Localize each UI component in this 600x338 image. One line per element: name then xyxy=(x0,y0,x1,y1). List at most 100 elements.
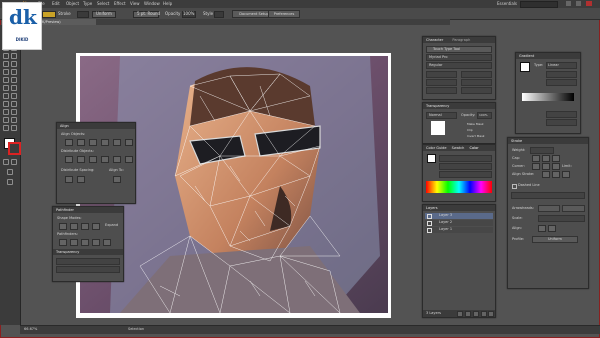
distribute-top-icon[interactable] xyxy=(65,156,73,163)
horizontal-scale-field[interactable] xyxy=(426,87,457,94)
visibility-eye-icon[interactable] xyxy=(427,214,432,219)
align-stroke-outside-icon[interactable] xyxy=(562,171,570,178)
paintbrush-tool-icon[interactable] xyxy=(3,61,9,67)
bevel-join-icon[interactable] xyxy=(552,163,560,170)
menu-select[interactable]: Select xyxy=(97,1,109,6)
menu-help[interactable]: Help xyxy=(163,1,172,6)
vertical-scale-field[interactable] xyxy=(461,87,492,94)
arrowhead-end-dropdown[interactable] xyxy=(562,205,585,212)
vertical-spacing-icon[interactable] xyxy=(65,176,73,183)
color-slider-m[interactable] xyxy=(439,163,492,170)
layer-row[interactable]: Layer 1 xyxy=(425,227,493,233)
maximize-button[interactable] xyxy=(576,1,581,6)
mesh-tool-icon[interactable] xyxy=(3,93,9,99)
pathfinder-panel-title[interactable]: Pathfinder xyxy=(53,207,123,213)
layer-row[interactable]: Layer 3 xyxy=(425,213,493,219)
character-tab[interactable]: Character xyxy=(426,38,443,42)
stroke-weight-field[interactable] xyxy=(530,147,554,154)
color-guide-tab[interactable]: Color Guide xyxy=(426,146,447,150)
gradient-tool-icon[interactable] xyxy=(11,93,17,99)
stroke-color-icon[interactable] xyxy=(8,142,21,155)
rectangle-tool-icon[interactable] xyxy=(11,53,17,59)
color-slider-y[interactable] xyxy=(439,171,492,178)
align-left-icon[interactable] xyxy=(65,139,73,146)
miter-join-icon[interactable] xyxy=(532,163,540,170)
swatches-tab[interactable]: Swatch xyxy=(452,146,465,150)
zoom-level[interactable]: 66.67% xyxy=(24,327,37,331)
merge-icon[interactable] xyxy=(81,239,89,246)
style-swatch[interactable] xyxy=(214,11,224,18)
trash-icon[interactable] xyxy=(488,311,494,317)
column-graph-tool-icon[interactable] xyxy=(11,109,17,115)
artboard-tool-icon[interactable] xyxy=(3,117,9,123)
gradient-opacity-field[interactable] xyxy=(546,111,577,118)
round-join-icon[interactable] xyxy=(542,163,550,170)
exclude-icon[interactable] xyxy=(92,223,100,230)
gradient-panel-title[interactable]: Gradient xyxy=(516,53,580,59)
fill-swatch[interactable] xyxy=(42,11,56,18)
divide-icon[interactable] xyxy=(59,239,67,246)
eyedropper-tool-icon[interactable] xyxy=(3,101,9,107)
gradient-mode-icon[interactable] xyxy=(11,159,17,165)
line-tool-icon[interactable] xyxy=(3,53,9,59)
gradient-aspect-field[interactable] xyxy=(546,79,577,86)
transform-x-field[interactable] xyxy=(56,258,120,265)
pencil-tool-icon[interactable] xyxy=(11,61,17,67)
menu-edit[interactable]: Edit xyxy=(52,1,60,6)
kerning-field[interactable] xyxy=(426,79,457,86)
preferences-button[interactable]: Preferences xyxy=(268,10,300,18)
new-sublayer-icon[interactable] xyxy=(473,311,479,317)
draw-mode-icon[interactable] xyxy=(7,169,13,175)
invert-mask-checkbox[interactable]: Invert Mask xyxy=(467,134,485,138)
intersect-icon[interactable] xyxy=(81,223,89,230)
gradient-slider[interactable] xyxy=(522,93,574,101)
tracking-field[interactable] xyxy=(461,79,492,86)
clip-checkbox[interactable]: Clip xyxy=(467,128,473,132)
locate-object-icon[interactable] xyxy=(457,311,463,317)
scale-tool-icon[interactable] xyxy=(11,69,17,75)
menu-window[interactable]: Window xyxy=(144,1,160,6)
align-panel-title[interactable]: Align xyxy=(57,123,135,129)
free-transform-tool-icon[interactable] xyxy=(11,77,17,83)
color-slider-c[interactable] xyxy=(439,155,492,162)
stroke-weight-field[interactable] xyxy=(77,11,89,18)
color-spectrum[interactable] xyxy=(426,181,492,193)
rotate-tool-icon[interactable] xyxy=(3,69,9,75)
leading-field[interactable] xyxy=(461,71,492,78)
butt-cap-icon[interactable] xyxy=(532,155,540,162)
align-stroke-inside-icon[interactable] xyxy=(552,171,560,178)
close-button[interactable] xyxy=(586,1,592,6)
workspace-switcher[interactable]: Essentials xyxy=(497,1,517,6)
align-center-icon[interactable] xyxy=(77,139,85,146)
align-stroke-center-icon[interactable] xyxy=(542,171,550,178)
paragraph-tab[interactable]: Paragraph xyxy=(452,38,470,42)
color-fill-icon[interactable] xyxy=(427,154,436,163)
transparency-panel-title[interactable]: Transparency xyxy=(423,103,495,109)
distribute-left-icon[interactable] xyxy=(101,156,109,163)
distribute-bottom-icon[interactable] xyxy=(89,156,97,163)
align-right-icon[interactable] xyxy=(89,139,97,146)
square-cap-icon[interactable] xyxy=(552,155,560,162)
round-cap-icon[interactable] xyxy=(542,155,550,162)
perspective-grid-tool-icon[interactable] xyxy=(11,85,17,91)
layer-row[interactable]: Layer 2 xyxy=(425,220,493,226)
arrowhead-scale-fields[interactable] xyxy=(538,215,585,222)
layers-panel-title[interactable]: Layers xyxy=(423,205,495,211)
zoom-tool-icon[interactable] xyxy=(11,125,17,131)
gradient-location-field[interactable] xyxy=(546,119,577,126)
current-tool-status[interactable]: Selection xyxy=(128,327,144,331)
clipping-mask-icon[interactable] xyxy=(465,311,471,317)
screen-mode-icon[interactable] xyxy=(7,179,13,185)
crop-icon[interactable] xyxy=(92,239,100,246)
minus-front-icon[interactable] xyxy=(70,223,78,230)
distribute-right-icon[interactable] xyxy=(125,156,133,163)
arrow-tip-at-end-icon[interactable] xyxy=(548,225,556,232)
slice-tool-icon[interactable] xyxy=(11,117,17,123)
shape-builder-tool-icon[interactable] xyxy=(3,85,9,91)
align-middle-icon[interactable] xyxy=(113,139,121,146)
make-mask-button[interactable]: Make Mask xyxy=(467,122,484,126)
gradient-angle-field[interactable] xyxy=(546,71,577,78)
align-to-selection-icon[interactable] xyxy=(113,176,121,183)
visibility-eye-icon[interactable] xyxy=(427,221,432,226)
arrowhead-start-dropdown[interactable] xyxy=(538,205,560,212)
